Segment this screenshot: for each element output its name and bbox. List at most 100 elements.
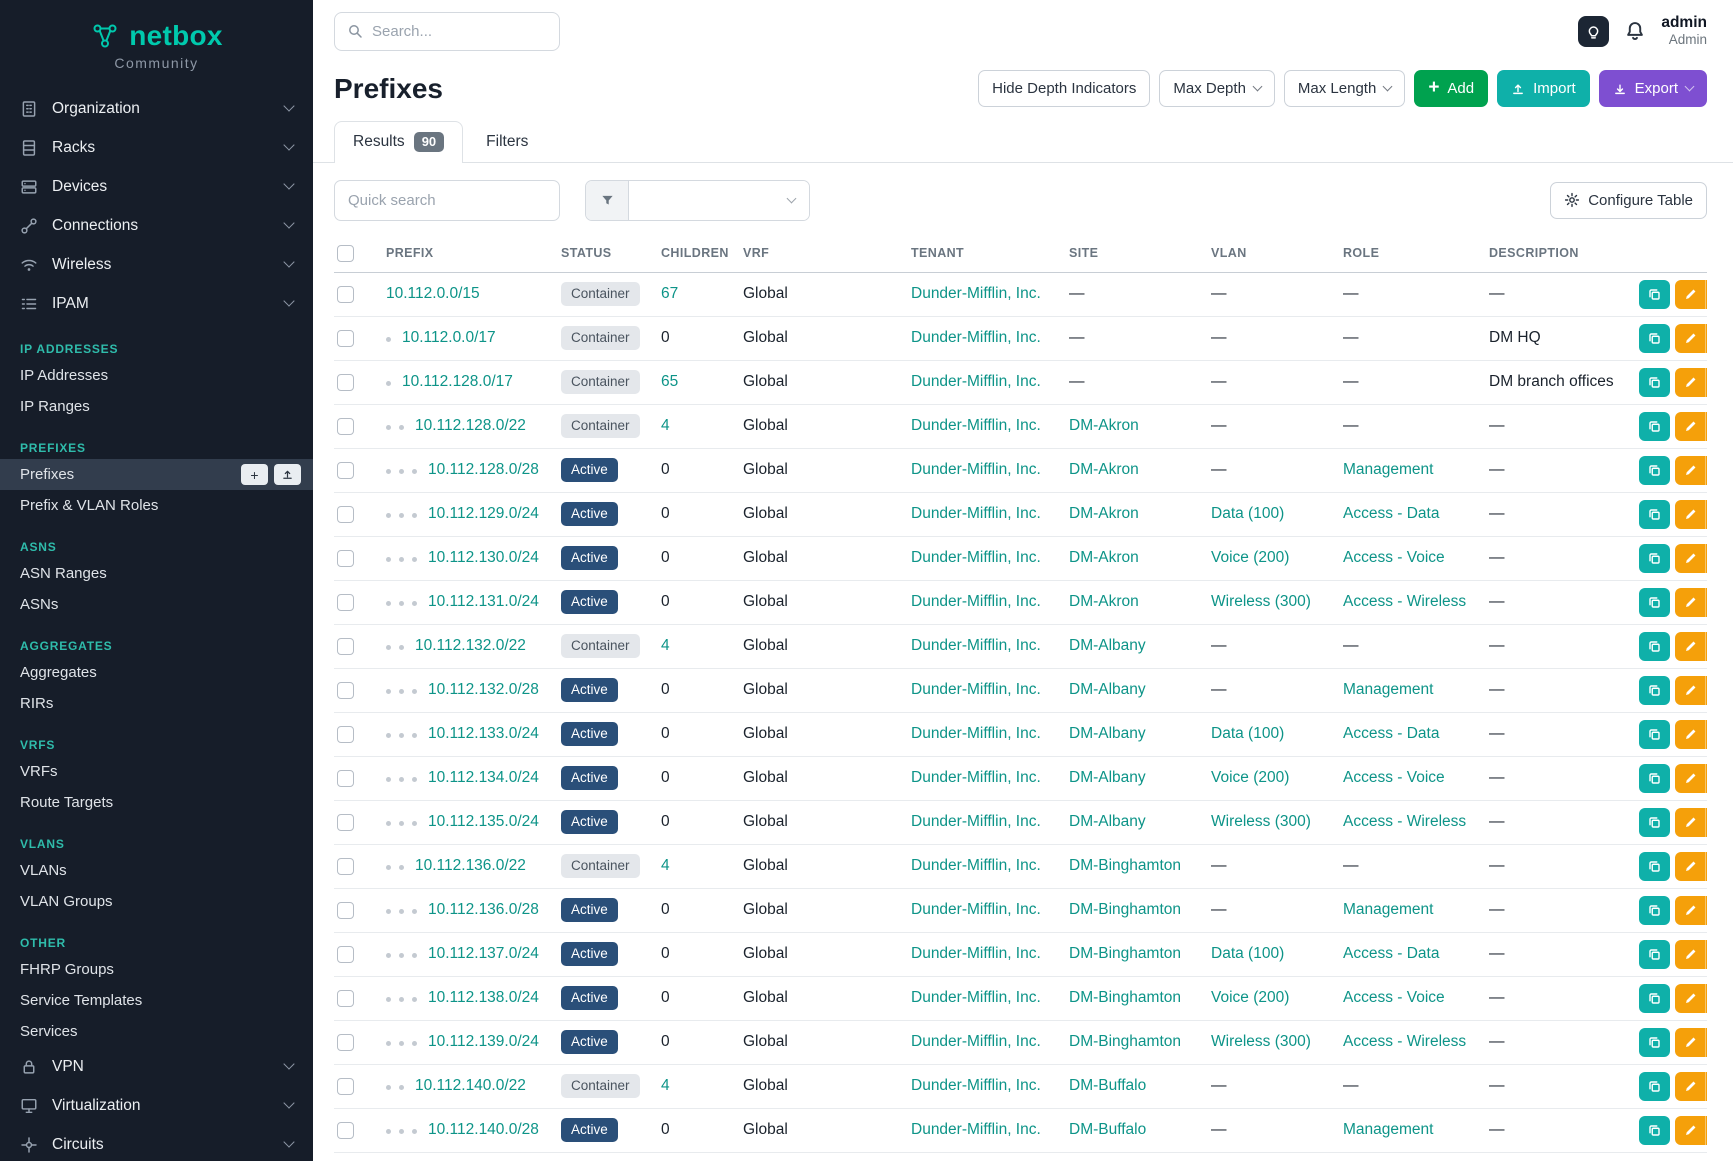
site-link[interactable]: DM-Albany [1069,813,1146,830]
edit-button[interactable] [1675,368,1705,397]
site-link[interactable]: DM-Binghamton [1069,901,1181,918]
tenant-link[interactable]: Dunder-Mifflin, Inc. [911,945,1041,962]
quick-search-input[interactable] [334,180,560,221]
copy-button[interactable] [1639,588,1670,617]
site-link[interactable]: DM-Binghamton [1069,989,1181,1006]
prefix-link[interactable]: 10.112.128.0/22 [415,417,526,434]
tenant-link[interactable]: Dunder-Mifflin, Inc. [911,769,1041,786]
edit-button[interactable] [1675,324,1705,353]
vlan-link[interactable]: Wireless (300) [1211,593,1311,610]
row-checkbox[interactable] [337,990,354,1007]
sidebar-item-circuits[interactable]: Circuits [0,1125,313,1161]
prefix-link[interactable]: 10.112.132.0/28 [428,681,539,698]
site-link[interactable]: DM-Binghamton [1069,1033,1181,1050]
edit-dropdown-button[interactable] [1705,500,1707,529]
max-depth-dropdown[interactable]: Max Depth [1159,70,1275,107]
copy-button[interactable] [1639,852,1670,881]
vlan-link[interactable]: Voice (200) [1211,989,1289,1006]
sidebar-item-service-templates[interactable]: Service Templates [0,985,313,1016]
vlan-link[interactable]: Wireless (300) [1211,1033,1311,1050]
row-checkbox[interactable] [337,462,354,479]
max-length-dropdown[interactable]: Max Length [1284,70,1405,107]
edit-button[interactable] [1675,1028,1705,1057]
prefix-link[interactable]: 10.112.136.0/22 [415,857,526,874]
copy-button[interactable] [1639,280,1670,309]
row-checkbox[interactable] [337,902,354,919]
sidebar-item-aggregates[interactable]: Aggregates [0,657,313,688]
row-checkbox[interactable] [337,1034,354,1051]
brand[interactable]: netbox Community [0,0,313,77]
site-link[interactable]: DM-Albany [1069,725,1146,742]
site-link[interactable]: DM-Akron [1069,549,1139,566]
tenant-link[interactable]: Dunder-Mifflin, Inc. [911,549,1041,566]
role-link[interactable]: Access - Voice [1343,769,1445,786]
copy-button[interactable] [1639,720,1670,749]
sidebar-item-asns[interactable]: ASNs [0,589,313,620]
edit-button[interactable] [1675,456,1705,485]
row-checkbox[interactable] [337,726,354,743]
row-checkbox[interactable] [337,550,354,567]
export-button[interactable]: Export [1599,70,1707,107]
global-search-input[interactable] [372,23,571,40]
column-header-description[interactable]: DESCRIPTION [1479,235,1629,273]
column-header-role[interactable]: ROLE [1333,235,1479,273]
copy-button[interactable] [1639,324,1670,353]
row-checkbox[interactable] [337,594,354,611]
site-link[interactable]: DM-Akron [1069,417,1139,434]
row-checkbox[interactable] [337,814,354,831]
role-link[interactable]: Access - Data [1343,505,1439,522]
edit-button[interactable] [1675,280,1705,309]
row-checkbox[interactable] [337,638,354,655]
copy-button[interactable] [1639,676,1670,705]
edit-dropdown-button[interactable] [1705,764,1707,793]
edit-dropdown-button[interactable] [1705,940,1707,969]
tenant-link[interactable]: Dunder-Mifflin, Inc. [911,505,1041,522]
children-link[interactable]: 65 [661,373,678,390]
sidebar-item-rirs[interactable]: RIRs [0,688,313,719]
vlan-link[interactable]: Wireless (300) [1211,813,1311,830]
edit-button[interactable] [1675,764,1705,793]
children-link[interactable]: 4 [661,637,670,654]
children-link[interactable]: 67 [661,285,678,302]
site-link[interactable]: DM-Binghamton [1069,857,1181,874]
role-link[interactable]: Management [1343,681,1433,698]
tenant-link[interactable]: Dunder-Mifflin, Inc. [911,857,1041,874]
sidebar-item-vlan-groups[interactable]: VLAN Groups [0,886,313,917]
edit-dropdown-button[interactable] [1705,324,1707,353]
tenant-link[interactable]: Dunder-Mifflin, Inc. [911,285,1041,302]
row-checkbox[interactable] [337,1122,354,1139]
copy-button[interactable] [1639,632,1670,661]
edit-button[interactable] [1675,896,1705,925]
copy-button[interactable] [1639,984,1670,1013]
tenant-link[interactable]: Dunder-Mifflin, Inc. [911,417,1041,434]
import-button[interactable]: Import [1497,70,1590,107]
notifications-button[interactable] [1624,20,1646,42]
copy-button[interactable] [1639,764,1670,793]
row-checkbox[interactable] [337,330,354,347]
sidebar-item-ipam[interactable]: IPAM [0,284,313,323]
edit-button[interactable] [1675,940,1705,969]
saved-filter-select[interactable] [585,180,810,221]
sidebar-import-prefix-button[interactable] [274,464,301,485]
select-all-checkbox[interactable] [337,245,354,262]
sidebar-item-ip-addresses[interactable]: IP Addresses [0,360,313,391]
tenant-link[interactable]: Dunder-Mifflin, Inc. [911,901,1041,918]
column-header-status[interactable]: STATUS [551,235,651,273]
sidebar-item-vrfs[interactable]: VRFs [0,756,313,787]
tenant-link[interactable]: Dunder-Mifflin, Inc. [911,1033,1041,1050]
site-link[interactable]: DM-Buffalo [1069,1077,1146,1094]
edit-button[interactable] [1675,720,1705,749]
edit-button[interactable] [1675,808,1705,837]
prefix-link[interactable]: 10.112.132.0/22 [415,637,526,654]
role-link[interactable]: Access - Data [1343,725,1439,742]
vlan-link[interactable]: Voice (200) [1211,549,1289,566]
prefix-link[interactable]: 10.112.129.0/24 [428,505,539,522]
sidebar-item-devices[interactable]: Devices [0,167,313,206]
site-link[interactable]: DM-Akron [1069,505,1139,522]
edit-button[interactable] [1675,632,1705,661]
edit-dropdown-button[interactable] [1705,456,1707,485]
tenant-link[interactable]: Dunder-Mifflin, Inc. [911,637,1041,654]
row-checkbox[interactable] [337,770,354,787]
user-menu[interactable]: admin Admin [1661,13,1707,49]
column-header-vlan[interactable]: VLAN [1201,235,1333,273]
